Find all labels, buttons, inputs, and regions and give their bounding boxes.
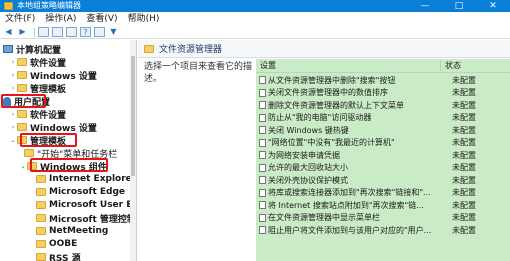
menu-action[interactable]: 操作(A) xyxy=(40,12,81,26)
expand-arrow-icon[interactable]: › xyxy=(10,111,16,118)
back-arrow-icon[interactable]: ◀ xyxy=(3,27,14,37)
close-button[interactable]: ✕ xyxy=(476,0,510,12)
list-item[interactable]: 将 Internet 搜索站点附加到"再次搜索"链... 未配置 xyxy=(256,199,510,212)
folder-icon xyxy=(36,240,46,248)
policy-icon xyxy=(259,201,266,210)
toolbar-separator xyxy=(34,27,35,37)
description-text: 选择一个项目来查看它的描述。 xyxy=(144,62,253,84)
policy-icon xyxy=(259,126,266,135)
folder-icon xyxy=(36,214,46,222)
tree-cc-admin[interactable]: › 管理模板 xyxy=(10,81,66,95)
export-list-icon[interactable] xyxy=(66,27,77,37)
tree-child-4[interactable]: NetMeeting xyxy=(36,224,108,238)
tree-uc-windows[interactable]: › Windows 设置 xyxy=(10,120,97,134)
column-state[interactable]: 状态 xyxy=(440,60,461,71)
folder-icon xyxy=(36,201,46,209)
menu-file[interactable]: 文件(F) xyxy=(0,12,40,26)
menu-help[interactable]: 帮助(H) xyxy=(123,12,165,26)
policy-icon xyxy=(259,213,266,222)
folder-icon xyxy=(36,175,46,183)
tree-child-2[interactable]: Microsoft User Exp xyxy=(36,198,136,212)
expand-arrow-icon[interactable]: › xyxy=(10,72,16,79)
panel-header: 文件资源管理器 xyxy=(138,40,510,58)
folder-icon xyxy=(17,110,27,118)
toolbar: ◀ ▶ ? ▼ xyxy=(0,26,510,39)
tree-child-0[interactable]: Internet Explorer xyxy=(36,172,136,186)
tree-cc-windows[interactable]: › Windows 设置 xyxy=(10,68,97,82)
list-item[interactable]: 允许的最大回收站大小 未配置 xyxy=(256,162,510,175)
menu-bar: 文件(F) 操作(A) 查看(V) 帮助(H) xyxy=(0,12,510,26)
folder-icon xyxy=(144,44,154,53)
folder-icon xyxy=(17,123,27,131)
menu-view[interactable]: 查看(V) xyxy=(81,12,122,26)
policy-icon xyxy=(259,163,266,172)
details-panel: 文件资源管理器 选择一个项目来查看它的描述。 设置 状态 从文件资源管理器中删除… xyxy=(138,40,510,261)
computer-icon xyxy=(3,45,13,53)
policy-icon xyxy=(259,101,266,110)
tree-child-5[interactable]: OOBE xyxy=(36,237,77,251)
folder-icon xyxy=(36,253,46,261)
navigation-tree: 计算机配置 › 软件设置 › Windows 设置 › 管理模板 用户配置 › … xyxy=(0,40,137,261)
user-config-highlight xyxy=(1,94,46,108)
policy-icon xyxy=(259,151,266,160)
minimize-button[interactable]: — xyxy=(408,0,442,12)
policy-icon xyxy=(259,88,266,97)
folder-icon xyxy=(36,227,46,235)
title-bar: 本地组策略编辑器 — □ ✕ xyxy=(0,0,510,12)
folder-icon xyxy=(17,71,27,79)
settings-list: 设置 状态 从文件资源管理器中删除"搜索"按钮 未配置 关闭文件资源管理器中的数值… xyxy=(256,59,510,261)
tree-child-1[interactable]: Microsoft Edge xyxy=(36,185,125,199)
list-item[interactable]: 删除文件资源管理器的默认上下文菜单 未配置 xyxy=(256,99,510,112)
list-item[interactable]: 关闭 Windows 键热键 未配置 xyxy=(256,124,510,137)
list-item[interactable]: "网络位置"中没有"我最近的计算机" 未配置 xyxy=(256,137,510,150)
properties-icon[interactable] xyxy=(94,27,105,37)
list-item[interactable]: 阻止用户将文件添加到与该用户对应的"用户... 未配置 xyxy=(256,224,510,237)
expand-arrow-icon[interactable]: › xyxy=(10,85,16,92)
scrollbar-thumb[interactable] xyxy=(131,56,135,176)
forward-arrow-icon[interactable]: ▶ xyxy=(17,27,28,37)
panel-title: 文件资源管理器 xyxy=(159,45,223,55)
tree-scrollbar[interactable] xyxy=(130,40,136,261)
help-icon[interactable]: ? xyxy=(80,27,91,37)
folder-icon xyxy=(17,58,27,66)
list-item[interactable]: 防止从"我的电脑"访问驱动器 未配置 xyxy=(256,112,510,125)
filter-icon[interactable]: ▼ xyxy=(108,27,119,37)
policy-icon xyxy=(259,188,266,197)
folder-icon xyxy=(24,149,34,157)
policy-icon xyxy=(259,226,266,235)
collapse-arrow-icon[interactable]: ⌄ xyxy=(10,137,16,144)
list-item[interactable]: 从文件资源管理器中删除"搜索"按钮 未配置 xyxy=(256,74,510,87)
show-hide-tree-icon[interactable] xyxy=(52,27,63,37)
tree-uc-software[interactable]: › 软件设置 xyxy=(10,107,66,121)
list-item[interactable]: 将库或搜索连接器添加到"再次搜索"链接和"... 未配置 xyxy=(256,187,510,200)
app-icon xyxy=(4,2,13,10)
policy-icon xyxy=(259,76,266,85)
maximize-button[interactable]: □ xyxy=(442,0,476,12)
tree-child-6[interactable]: RSS 源 xyxy=(36,250,81,261)
window-title: 本地组策略编辑器 xyxy=(17,1,81,10)
expand-arrow-icon[interactable]: › xyxy=(10,124,16,131)
list-item[interactable]: 关闭文件资源管理器中的数值排序 未配置 xyxy=(256,87,510,100)
tree-computer-config[interactable]: 计算机配置 xyxy=(3,42,61,56)
policy-icon xyxy=(259,138,266,147)
list-item[interactable]: 在文件资源管理器中显示菜单栏 未配置 xyxy=(256,212,510,225)
list-item[interactable]: 为网络安装申请凭据 未配置 xyxy=(256,149,510,162)
folder-icon xyxy=(36,188,46,196)
folder-icon xyxy=(17,84,27,92)
tree-cc-software[interactable]: › 软件设置 xyxy=(10,55,66,69)
up-folder-icon[interactable] xyxy=(38,27,49,37)
collapse-arrow-icon[interactable]: ⌄ xyxy=(20,163,26,170)
column-setting[interactable]: 设置 xyxy=(256,60,440,71)
policy-icon xyxy=(259,176,266,185)
admin-templates-highlight xyxy=(20,133,77,147)
windows-components-highlight xyxy=(30,158,108,172)
list-item[interactable]: 关闭外壳协议保护模式 未配置 xyxy=(256,174,510,187)
policy-icon xyxy=(259,113,266,122)
expand-arrow-icon[interactable]: › xyxy=(10,59,16,66)
tree-child-3[interactable]: Microsoft 管理控制 xyxy=(36,211,136,225)
list-header: 设置 状态 xyxy=(256,59,510,73)
